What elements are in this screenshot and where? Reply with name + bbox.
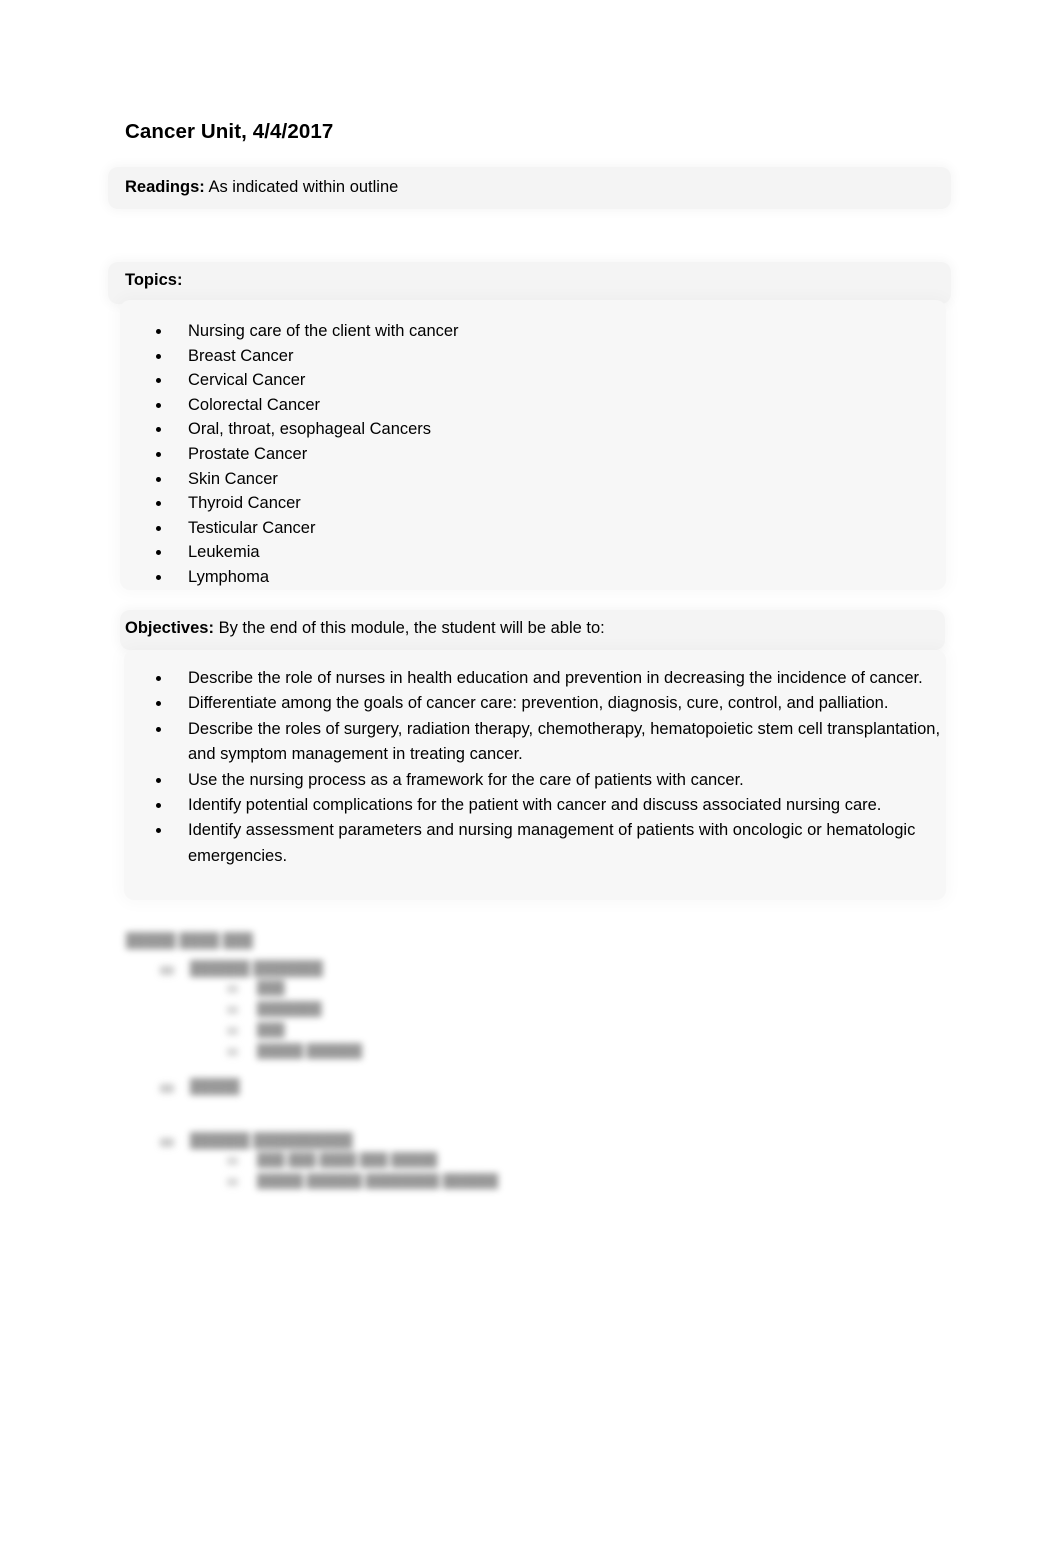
obscured-outline-entry: █████	[160, 1078, 720, 1094]
objective-text: Identify potential complications for the…	[188, 796, 882, 815]
list-item: Nursing care of the client with cancer	[125, 319, 459, 344]
obscured-outline-title: █████ ████ ███	[126, 932, 253, 948]
list-item: Describe the roles of surgery, radiation…	[125, 717, 945, 768]
topics-heading: Topics:	[125, 271, 182, 290]
list-item: Testicular Cancer	[125, 516, 459, 541]
topic-text: Oral, throat, esophageal Cancers	[188, 420, 432, 439]
list-item: Breast Cancer	[125, 344, 459, 369]
list-item: Leukemia	[125, 540, 459, 565]
list-item: Identify assessment parameters and nursi…	[125, 818, 945, 869]
list-item: Cervical Cancer	[125, 368, 459, 393]
list-item: Prostate Cancer	[125, 442, 459, 467]
objectives-list: Describe the role of nurses in health ed…	[125, 666, 945, 869]
topic-text: Skin Cancer	[188, 469, 278, 488]
obscured-outline-block: █████ ████ ███ ██████ ███████ ███ ██████…	[120, 932, 720, 1194]
list-item: Oral, throat, esophageal Cancers	[125, 417, 459, 442]
objective-text: Use the nursing process as a framework f…	[188, 770, 744, 789]
readings-value: As indicated within outline	[208, 178, 399, 196]
obscured-outline-entry: ███████	[227, 1001, 720, 1016]
topics-list: Nursing care of the client with cancer B…	[125, 319, 459, 590]
topic-text: Breast Cancer	[188, 346, 294, 365]
list-item: Describe the role of nurses in health ed…	[125, 666, 945, 691]
page-title: Cancer Unit, 4/4/2017	[125, 120, 334, 143]
document-page: Cancer Unit, 4/4/2017 Readings: As indic…	[0, 0, 1062, 1556]
obscured-outline-entry: ██████ ███████	[160, 960, 720, 976]
list-item: Colorectal Cancer	[125, 393, 459, 418]
list-item: Lymphoma	[125, 565, 459, 590]
objective-text: Describe the roles of surgery, radiation…	[188, 719, 941, 764]
obscured-outline-entry: █████ ██████	[227, 1043, 720, 1058]
topic-text: Lymphoma	[188, 567, 270, 586]
topic-text: Cervical Cancer	[188, 371, 306, 390]
shade-band-topics	[108, 262, 951, 304]
topic-text: Leukemia	[188, 543, 260, 562]
objectives-value: By the end of this module, the student w…	[218, 619, 605, 637]
readings-label: Readings:	[125, 178, 205, 196]
list-item: Identify potential complications for the…	[125, 793, 945, 818]
objective-text: Differentiate among the goals of cancer …	[188, 694, 889, 713]
objectives-heading: Objectives: By the end of this module, t…	[125, 619, 605, 638]
obscured-outline-entry: █████ ██████ ████████ ██████	[227, 1173, 720, 1188]
obscured-outline-entry: ██████ ██████████	[160, 1132, 720, 1148]
list-item: Thyroid Cancer	[125, 491, 459, 516]
topic-text: Prostate Cancer	[188, 444, 308, 463]
topic-text: Testicular Cancer	[188, 518, 316, 537]
topics-label: Topics:	[125, 271, 183, 289]
list-item: Skin Cancer	[125, 467, 459, 492]
list-item: Use the nursing process as a framework f…	[125, 768, 945, 793]
topic-text: Colorectal Cancer	[188, 395, 321, 414]
objective-text: Identify assessment parameters and nursi…	[188, 821, 916, 865]
objective-text: Describe the role of nurses in health ed…	[188, 669, 923, 687]
obscured-outline-entry: ███	[227, 980, 720, 995]
objectives-label: Objectives:	[125, 619, 214, 637]
readings-heading: Readings: As indicated within outline	[125, 178, 398, 197]
obscured-outline-entry: ███	[227, 1022, 720, 1037]
topic-text: Nursing care of the client with cancer	[188, 322, 459, 340]
list-item: Differentiate among the goals of cancer …	[125, 691, 945, 716]
obscured-outline-entry: ███ ███ ████ ███ █████	[227, 1152, 720, 1167]
topic-text: Thyroid Cancer	[188, 494, 301, 513]
